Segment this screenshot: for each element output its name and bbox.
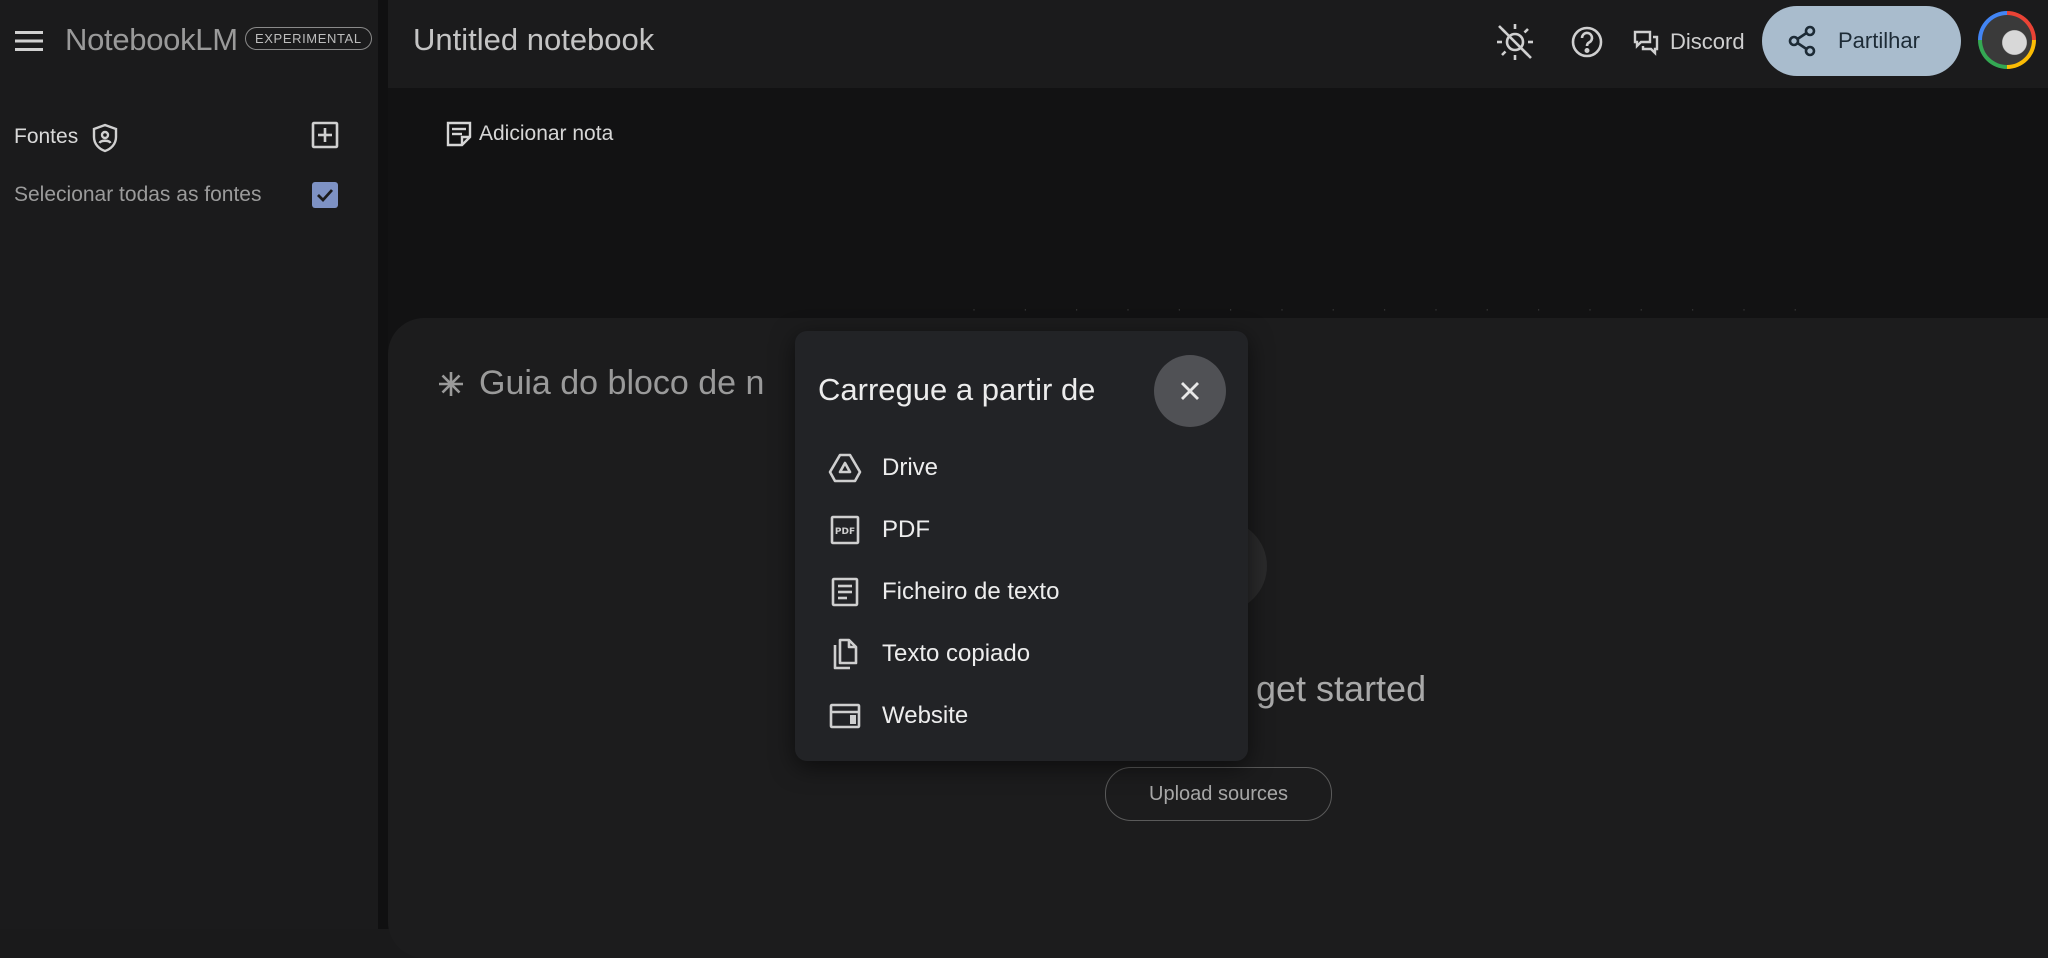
dotted-divider: · · · · · · · · · · · · · · · · · <box>972 302 1820 316</box>
option-label: Drive <box>882 454 939 481</box>
add-note-button[interactable]: Adicionar nota <box>445 120 613 148</box>
option-label: PDF <box>882 516 930 543</box>
close-icon <box>1177 378 1203 404</box>
app-name: NotebookLM <box>65 22 238 57</box>
svg-text:PDF: PDF <box>835 527 855 537</box>
forum-icon <box>1632 28 1660 56</box>
add-source-icon[interactable] <box>310 120 340 150</box>
share-icon <box>1786 25 1818 57</box>
upload-source-dialog: Carregue a partir de Drive PDF PDF Fiche… <box>795 331 1248 761</box>
select-all-checkbox[interactable] <box>312 182 338 208</box>
option-label: Ficheiro de texto <box>882 578 1060 605</box>
discord-button[interactable]: Discord <box>1632 22 1745 62</box>
option-pdf[interactable]: PDF PDF <box>795 502 1248 558</box>
option-copied-text[interactable]: Texto copiado <box>795 626 1248 682</box>
notebook-guide-header[interactable]: Guia do bloco de n <box>437 364 764 403</box>
note-add-icon <box>445 120 473 148</box>
share-label: Partilhar <box>1838 28 1920 53</box>
avatar[interactable] <box>1978 11 2036 69</box>
add-note-label: Adicionar nota <box>479 122 614 145</box>
sources-title: Fontes <box>14 125 79 148</box>
avatar-image <box>1982 15 2032 65</box>
option-drive[interactable]: Drive <box>795 440 1248 496</box>
drive-icon <box>828 451 862 485</box>
help-icon[interactable] <box>1565 20 1609 64</box>
notebook-guide-title: Guia do bloco de n <box>479 364 765 402</box>
pdf-icon: PDF <box>828 513 862 547</box>
experimental-badge: EXPERIMENTAL <box>245 27 372 50</box>
option-label: Website <box>882 702 969 729</box>
get-started-text: get started <box>1256 668 1427 709</box>
notebook-title[interactable]: Untitled notebook <box>413 22 654 58</box>
asterisk-icon <box>437 370 465 398</box>
option-label: Texto copiado <box>882 640 1031 667</box>
upload-sources-button[interactable]: Upload sources <box>1105 767 1332 821</box>
sources-sidebar <box>0 88 378 929</box>
copy-icon <box>828 637 862 671</box>
select-all-label: Selecionar todas as fontes <box>14 183 262 206</box>
sidebar-divider[interactable] <box>378 0 388 929</box>
text-file-icon <box>828 575 862 609</box>
shield-icon[interactable] <box>90 123 120 153</box>
discord-label: Discord <box>1670 29 1745 54</box>
close-button[interactable] <box>1154 355 1226 427</box>
website-icon <box>828 699 862 733</box>
theme-toggle-icon[interactable] <box>1493 20 1537 64</box>
share-button[interactable]: Partilhar <box>1762 6 1961 76</box>
option-website[interactable]: Website <box>795 688 1248 744</box>
dialog-title: Carregue a partir de <box>818 372 1096 407</box>
option-text-file[interactable]: Ficheiro de texto <box>795 564 1248 620</box>
menu-icon[interactable] <box>12 24 46 58</box>
